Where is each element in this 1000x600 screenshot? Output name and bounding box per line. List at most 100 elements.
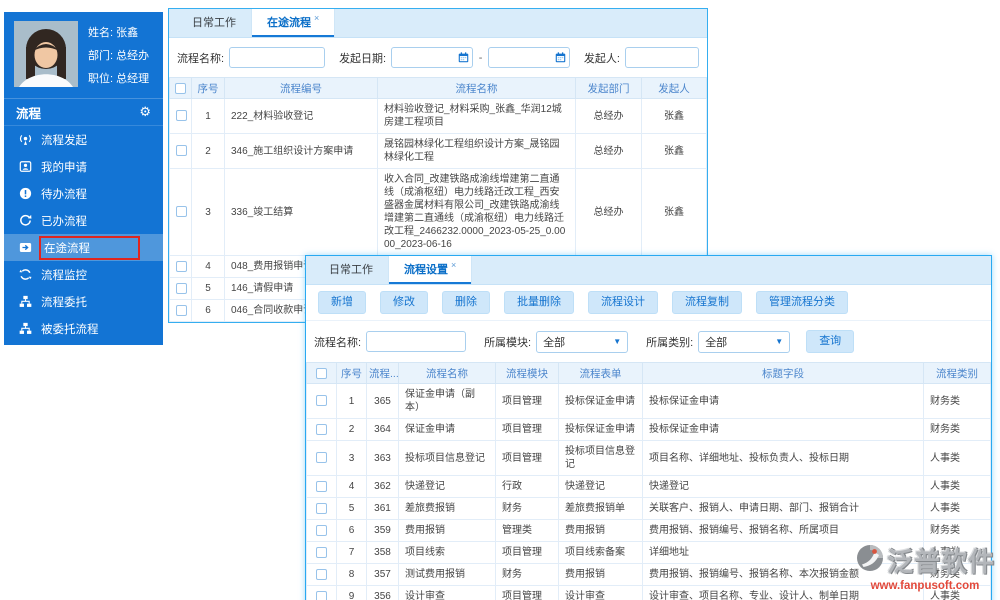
sidebar-item-delegated-processes[interactable]: 被委托流程 xyxy=(4,315,163,342)
row-checkbox[interactable] xyxy=(176,282,187,294)
cell-module: 管理类 xyxy=(495,519,559,542)
sitemap-icon xyxy=(19,322,32,335)
cell-name: 保证金申请（副本） xyxy=(398,383,496,419)
tab-daily-work[interactable]: 日常工作 xyxy=(314,256,388,284)
close-icon[interactable]: × xyxy=(451,260,456,270)
cell-form: 费用报销 xyxy=(558,519,643,542)
table-row[interactable]: 1 222_材料验收登记 材料验收登记_材料采购_张鑫_华润12城房建工程项目 … xyxy=(169,98,707,134)
row-checkbox[interactable] xyxy=(176,260,187,272)
cell-dept: 总经办 xyxy=(575,168,642,256)
module-label: 所属模块: xyxy=(484,336,532,349)
cell-module: 项目管理 xyxy=(495,541,559,564)
cell-no: 4 xyxy=(191,255,225,278)
cell-form: 投标保证金申请 xyxy=(558,383,643,419)
tab-in-transit[interactable]: 在途流程 × xyxy=(251,9,336,37)
cell-no: 4 xyxy=(336,475,367,498)
sidebar-item-process-monitor[interactable]: 流程监控 xyxy=(4,261,163,288)
sidebar-menu-header: 流程 ⚙ xyxy=(4,98,163,126)
cell-no: 7 xyxy=(336,541,367,564)
row-checkbox[interactable] xyxy=(316,395,327,407)
cell-category: 人事类 xyxy=(923,440,991,476)
date-to-input[interactable] xyxy=(488,47,570,68)
row-checkbox[interactable] xyxy=(316,423,327,435)
date-from-input[interactable] xyxy=(391,47,473,68)
calendar-icon xyxy=(555,52,566,63)
edit-button[interactable]: 修改 xyxy=(380,291,428,314)
manage-category-button[interactable]: 管理流程分类 xyxy=(756,291,848,314)
sidebar-item-done-processes[interactable]: 已办流程 xyxy=(4,207,163,234)
fanpu-logo: 泛普软件 www.fanpusoft.com xyxy=(855,542,995,592)
process-name-input[interactable] xyxy=(366,331,467,352)
cell-name: 收入合同_改建铁路成渝线增建第二直通线（成渝枢纽）电力线路迁改工程_西安盛器金属… xyxy=(377,168,576,256)
cell-code: 364 xyxy=(366,418,399,441)
cell-module: 财务 xyxy=(495,563,559,586)
delete-button[interactable]: 删除 xyxy=(442,291,490,314)
tab-process-settings[interactable]: 流程设置 × xyxy=(388,256,473,284)
profile-name: 姓名: 张鑫 xyxy=(88,27,139,39)
row-checkbox[interactable] xyxy=(316,502,327,514)
cell-title-fields: 投标保证金申请 xyxy=(642,383,924,419)
row-checkbox[interactable] xyxy=(316,568,327,580)
col-module: 流程模块 xyxy=(495,362,559,384)
process-name-input[interactable] xyxy=(229,47,326,68)
tab-label: 流程设置 xyxy=(404,264,448,276)
row-checkbox[interactable] xyxy=(176,304,187,316)
tab-daily-work[interactable]: 日常工作 xyxy=(177,9,251,37)
col-form: 流程表单 xyxy=(558,362,643,384)
flow-copy-button[interactable]: 流程复制 xyxy=(672,291,742,314)
row-checkbox[interactable] xyxy=(316,452,327,464)
table-row[interactable]: 1 365 保证金申请（副本） 项目管理 投标保证金申请 投标保证金申请 财务类 xyxy=(306,383,991,419)
table-row[interactable]: 2 364 保证金申请 项目管理 投标保证金申请 投标保证金申请 财务类 xyxy=(306,418,991,441)
sidebar-menu: 流程发起 我的申请 待办流程 已办流程 在途流程 流程监控 流程委托 被委托流程 xyxy=(4,126,163,342)
batch-delete-button[interactable]: 批量删除 xyxy=(504,291,574,314)
table-row[interactable]: 6 359 费用报销 管理类 费用报销 费用报销、报销编号、报销名称、所属项目 … xyxy=(306,519,991,542)
flow-design-button[interactable]: 流程设计 xyxy=(588,291,658,314)
app-window: 姓名: 张鑫 部门: 总经办 职位: 总经理 流程 ⚙ 流程发起 我的申请 待办… xyxy=(0,0,1000,600)
cell-category: 人事类 xyxy=(923,475,991,498)
initiator-input[interactable] xyxy=(624,47,699,68)
row-checkbox[interactable] xyxy=(176,145,187,157)
row-checkbox[interactable] xyxy=(176,110,187,122)
row-checkbox[interactable] xyxy=(176,206,187,218)
table-row[interactable]: 4 362 快递登记 行政 快递登记 快递登记 人事类 xyxy=(306,475,991,498)
cell-code: 357 xyxy=(366,563,399,586)
sidebar-item-label: 流程发起 xyxy=(41,134,87,147)
sidebar-item-my-applications[interactable]: 我的申请 xyxy=(4,153,163,180)
table-row[interactable]: 3 363 投标项目信息登记 项目管理 投标项目信息登记 项目名称、详细地址、投… xyxy=(306,440,991,476)
search-button[interactable]: 查询 xyxy=(806,330,855,353)
table-row[interactable]: 5 361 差旅费报销 财务 差旅费报销单 关联客户、报销人、申请日期、部门、报… xyxy=(306,497,991,520)
gear-icon[interactable]: ⚙ xyxy=(139,104,151,120)
cell-code: 336_竣工结算 xyxy=(224,168,378,256)
sidebar-item-in-transit-processes[interactable]: 在途流程 xyxy=(4,234,163,261)
table-row[interactable]: 3 336_竣工结算 收入合同_改建铁路成渝线增建第二直通线（成渝枢纽）电力线路… xyxy=(169,168,707,256)
col-dept: 发起部门 xyxy=(575,77,642,99)
fanpu-logo-icon xyxy=(855,543,885,578)
cell-category: 财务类 xyxy=(923,519,991,542)
select-all-checkbox[interactable] xyxy=(175,82,186,94)
row-checkbox[interactable] xyxy=(316,524,327,536)
module-select[interactable]: 全部 ▼ xyxy=(536,330,629,353)
cell-name: 测试费用报销 xyxy=(398,563,496,586)
profile-title: 职位: 总经理 xyxy=(88,73,150,85)
cell-module: 项目管理 xyxy=(495,440,559,476)
select-all-checkbox[interactable] xyxy=(316,367,327,379)
initiator-label: 发起人: xyxy=(583,52,620,65)
redo-icon xyxy=(19,214,32,227)
close-icon[interactable]: × xyxy=(314,13,319,23)
cell-name: 保证金申请 xyxy=(398,418,496,441)
table-row[interactable]: 2 346_施工组织设计方案申请 晟铭园林绿化工程组织设计方案_晟铭园林绿化工程… xyxy=(169,133,707,169)
cell-code: 363 xyxy=(366,440,399,476)
row-checkbox[interactable] xyxy=(316,590,327,600)
cell-category: 人事类 xyxy=(923,497,991,520)
date-range-separator: - xyxy=(478,51,483,64)
row-checkbox[interactable] xyxy=(316,546,327,558)
sidebar-item-process-delegate[interactable]: 流程委托 xyxy=(4,288,163,315)
cell-dept: 总经办 xyxy=(575,133,642,169)
category-select[interactable]: 全部 ▼ xyxy=(698,330,791,353)
cell-name: 差旅费报销 xyxy=(398,497,496,520)
sidebar-item-process-initiate[interactable]: 流程发起 xyxy=(4,126,163,153)
fanpu-logo-url[interactable]: www.fanpusoft.com xyxy=(855,580,995,592)
add-button[interactable]: 新增 xyxy=(318,291,366,314)
row-checkbox[interactable] xyxy=(316,480,327,492)
sidebar-item-todo-processes[interactable]: 待办流程 xyxy=(4,180,163,207)
